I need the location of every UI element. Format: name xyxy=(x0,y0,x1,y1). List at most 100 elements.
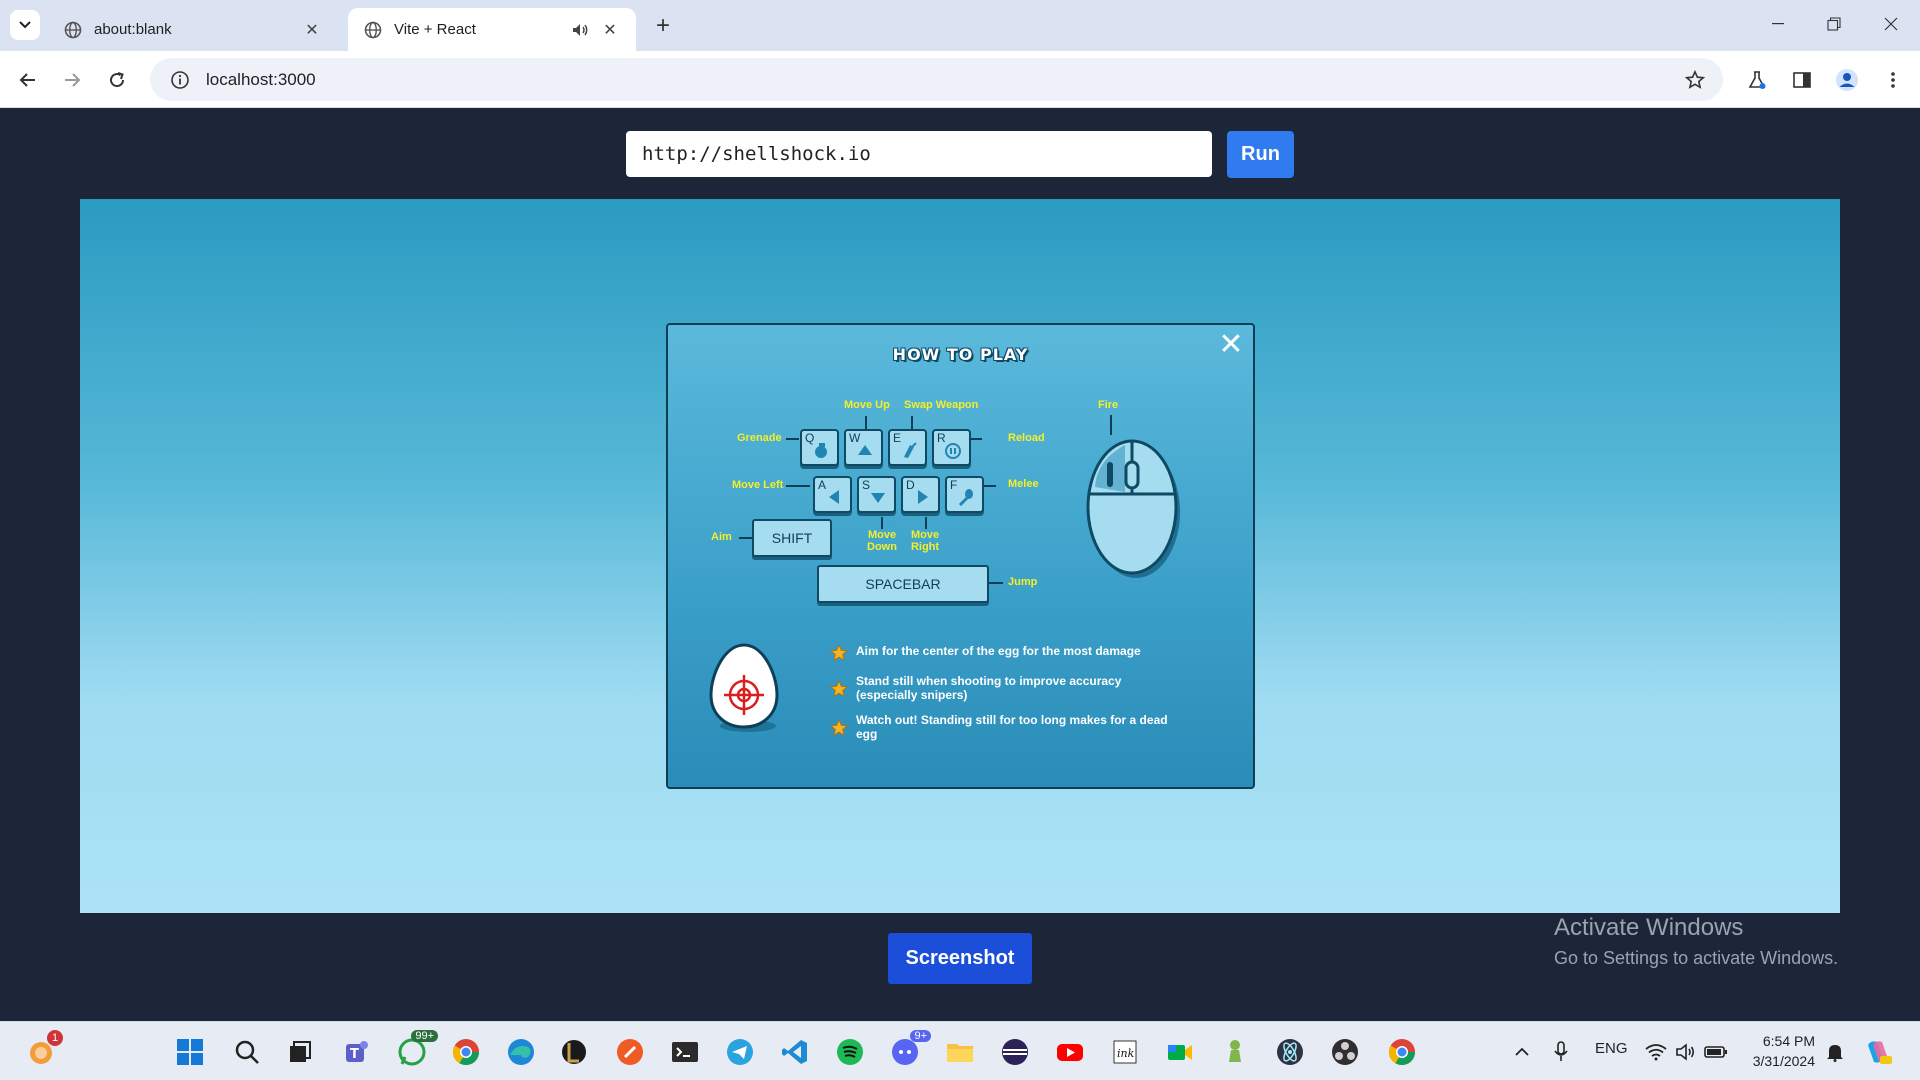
youtube-icon xyxy=(1057,1044,1083,1061)
key-a: A xyxy=(813,476,852,513)
tab-vite-react[interactable]: Vite + React ✕ xyxy=(348,8,636,51)
chrome-icon xyxy=(1388,1039,1416,1066)
label-move-right-line1: Move xyxy=(910,529,940,541)
label-move-right-line2: Right xyxy=(910,541,940,553)
egg-target-icon xyxy=(709,643,779,732)
language-indicator[interactable]: ENG xyxy=(1595,1040,1628,1057)
edge-app[interactable] xyxy=(505,1036,537,1068)
restore-button[interactable] xyxy=(1811,8,1857,40)
weather-widget[interactable]: 1 xyxy=(25,1030,63,1068)
task-view-icon xyxy=(290,1041,311,1062)
close-icon[interactable]: ✕ xyxy=(302,20,322,40)
label-grenade: Grenade xyxy=(737,432,782,444)
close-window-button[interactable] xyxy=(1868,8,1914,40)
connector-line xyxy=(739,537,753,539)
volume-button[interactable] xyxy=(1670,1036,1702,1068)
screenshot-button[interactable]: Screenshot xyxy=(888,933,1032,984)
labs-button[interactable] xyxy=(1741,64,1773,96)
star-icon xyxy=(830,680,848,698)
back-button[interactable] xyxy=(12,64,44,96)
electron-app[interactable] xyxy=(1274,1036,1306,1068)
globe-icon xyxy=(364,21,382,38)
windows-logo-icon xyxy=(177,1039,203,1065)
tab-search-button[interactable] xyxy=(10,10,40,40)
telegram-app[interactable] xyxy=(724,1036,756,1068)
connector-line xyxy=(925,517,927,529)
reload-button[interactable] xyxy=(101,64,133,96)
tab-title: Vite + React xyxy=(394,21,476,38)
connector-line xyxy=(786,438,799,440)
chess-app[interactable] xyxy=(1219,1036,1251,1068)
eclipse-app[interactable] xyxy=(999,1036,1031,1068)
label-jump: Jump xyxy=(1008,576,1038,588)
watermark-subtitle: Go to Settings to activate Windows. xyxy=(1554,948,1839,968)
chess-pawn-icon xyxy=(1229,1040,1241,1062)
menu-button[interactable] xyxy=(1877,64,1909,96)
address-bar[interactable]: localhost:3000 xyxy=(150,58,1723,101)
chevron-up-icon xyxy=(1515,1047,1529,1056)
terminal-icon xyxy=(672,1042,698,1062)
label-fire: Fire xyxy=(1098,399,1119,411)
league-app[interactable] xyxy=(558,1036,590,1068)
arrow-up-icon xyxy=(858,445,872,455)
vscode-app[interactable] xyxy=(779,1036,811,1068)
start-button[interactable] xyxy=(174,1036,206,1068)
battery-icon xyxy=(1704,1046,1727,1058)
url-input[interactable]: http://shellshock.io xyxy=(626,131,1212,177)
tip-item: Aim for the center of the egg for the mo… xyxy=(830,644,1186,662)
label-reload: Reload xyxy=(1008,432,1045,444)
forward-button[interactable] xyxy=(56,64,88,96)
search-button[interactable] xyxy=(231,1036,263,1068)
tip-text: Watch out! Standing still for too long m… xyxy=(856,713,1168,741)
key-s: S xyxy=(857,476,896,513)
copilot-button[interactable] xyxy=(1862,1036,1894,1068)
obs-app[interactable] xyxy=(1329,1036,1361,1068)
wifi-icon xyxy=(1645,1044,1667,1061)
close-icon[interactable]: ✕ xyxy=(600,20,620,40)
edge-icon xyxy=(508,1039,534,1065)
whatsapp-app[interactable]: 99+ xyxy=(396,1030,438,1068)
show-hidden-icons-button[interactable] xyxy=(1506,1036,1538,1068)
tab-title: about:blank xyxy=(94,21,172,38)
close-icon[interactable]: ✕ xyxy=(1217,330,1245,360)
copilot-icon xyxy=(1868,1041,1892,1064)
search-icon xyxy=(235,1040,259,1064)
discord-app[interactable]: 9+ xyxy=(889,1030,931,1068)
tab-about-blank[interactable]: about:blank ✕ xyxy=(48,8,338,51)
mouse-icon xyxy=(1086,439,1180,578)
tab-strip: about:blank ✕ Vite + React ✕ + xyxy=(0,0,1920,51)
key-spacebar: SPACEBAR xyxy=(817,565,989,603)
microphone-icon xyxy=(1554,1041,1568,1061)
side-panel-button[interactable] xyxy=(1786,64,1818,96)
label-melee: Melee xyxy=(1008,478,1039,490)
run-button[interactable]: Run xyxy=(1227,131,1294,178)
browser-toolbar: localhost:3000 xyxy=(0,51,1920,108)
minimize-button[interactable] xyxy=(1755,8,1801,40)
chrome-beta-app[interactable] xyxy=(1386,1036,1418,1068)
notifications-button[interactable] xyxy=(1819,1036,1851,1068)
system-clock[interactable]: 6:54 PM 3/31/2024 xyxy=(1745,1031,1815,1071)
chrome-app[interactable] xyxy=(450,1036,482,1068)
task-view-button[interactable] xyxy=(284,1036,316,1068)
teams-app[interactable]: T xyxy=(340,1036,372,1068)
youtube-app[interactable] xyxy=(1054,1036,1086,1068)
terminal-app[interactable] xyxy=(669,1036,701,1068)
info-icon[interactable] xyxy=(170,70,190,90)
reload-icon xyxy=(945,443,961,459)
network-button[interactable] xyxy=(1640,1036,1672,1068)
new-tab-button[interactable]: + xyxy=(650,12,676,39)
postman-app[interactable] xyxy=(614,1036,646,1068)
microphone-button[interactable] xyxy=(1545,1036,1577,1068)
profile-button[interactable] xyxy=(1831,64,1863,96)
inkscape-app[interactable]: ink xyxy=(1109,1036,1141,1068)
volume-icon xyxy=(1676,1043,1695,1061)
file-explorer-app[interactable] xyxy=(944,1036,976,1068)
restore-icon xyxy=(1827,17,1841,31)
label-move-right: Move Right xyxy=(907,529,943,553)
spotify-app[interactable] xyxy=(834,1036,866,1068)
arrow-right-icon xyxy=(918,490,928,504)
battery-button[interactable] xyxy=(1700,1036,1732,1068)
speaker-icon[interactable] xyxy=(570,20,590,40)
meet-app[interactable] xyxy=(1164,1036,1196,1068)
bookmark-button[interactable] xyxy=(1679,64,1711,96)
